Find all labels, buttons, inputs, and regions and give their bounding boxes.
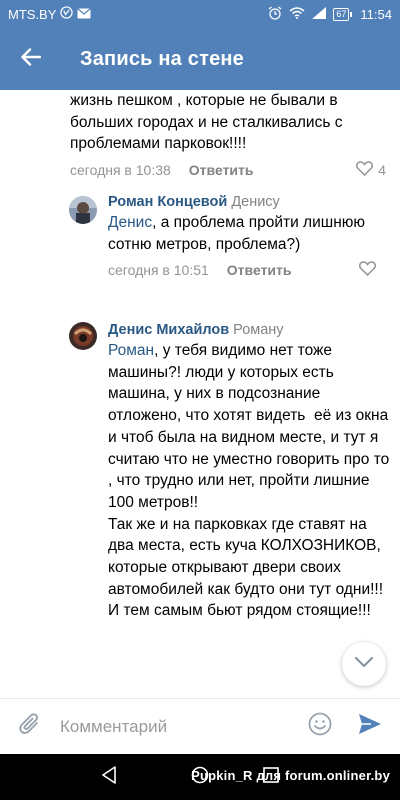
comment-time: сегодня в 10:51 <box>108 262 209 279</box>
mention-link[interactable]: Денис <box>108 214 152 231</box>
like-button[interactable]: 4 <box>356 161 386 179</box>
avatar[interactable] <box>69 322 97 350</box>
wifi-icon <box>289 6 305 22</box>
app-bar: Запись на стене <box>0 28 400 90</box>
heart-icon <box>359 261 376 279</box>
comment-body: Роман Концевой Денису Денис, а проблема п… <box>108 192 390 280</box>
comment-text: Денис, а проблема пройти лишнюю сотню ме… <box>108 212 390 255</box>
send-icon <box>358 713 382 740</box>
paperclip-icon <box>19 712 41 741</box>
comment-body: Денис Михайлов Роману Роман, у тебя видим… <box>108 320 390 622</box>
attach-button[interactable] <box>0 699 60 755</box>
like-count: 4 <box>378 162 386 179</box>
avatar[interactable] <box>69 196 97 224</box>
carrier-label: MTS.BY <box>8 6 57 22</box>
back-button[interactable] <box>0 28 62 90</box>
watermark-text: Pupkin_R для forum.onliner.by <box>191 768 390 783</box>
reply-button[interactable]: Ответить <box>227 262 292 278</box>
comment-body: жизнь пешком , которые не бывали в больш… <box>70 90 390 180</box>
comment-item: жизнь пешком , которые не бывали в больш… <box>70 90 390 180</box>
comment-header: Денис Михайлов Роману <box>108 320 390 340</box>
like-button[interactable] <box>359 261 376 279</box>
nav-back-button[interactable] <box>96 764 122 790</box>
mail-icon <box>77 7 92 22</box>
comment-item: Денис Михайлов Роману Роман, у тебя видим… <box>69 320 390 622</box>
status-bar: MTS.BY 67 11:54 <box>0 0 400 28</box>
send-button[interactable] <box>348 699 392 755</box>
back-arrow-icon <box>21 47 42 71</box>
comment-meta: сегодня в 10:38 Ответить 4 <box>70 160 390 180</box>
comment-composer <box>0 698 400 754</box>
wifi-calling-icon <box>60 6 74 22</box>
reply-to-label: Денису <box>231 194 280 210</box>
comment-item: Роман Концевой Денису Денис, а проблема п… <box>69 192 390 280</box>
comment-time: сегодня в 10:38 <box>70 162 171 179</box>
comment-input[interactable] <box>60 706 300 747</box>
system-nav-bar: Pupkin_R для forum.onliner.by <box>0 754 400 800</box>
comments-feed[interactable]: жизнь пешком , которые не бывали в больш… <box>0 90 400 698</box>
mention-link[interactable]: Роман <box>108 342 154 359</box>
comment-text: жизнь пешком , которые не бывали в больш… <box>70 92 347 153</box>
nav-back-icon <box>101 765 117 789</box>
alarm-icon <box>268 5 282 23</box>
author-name[interactable]: Денис Михайлов <box>108 322 229 338</box>
status-right: 67 11:54 <box>268 5 392 23</box>
comment-meta: сегодня в 10:51 Ответить <box>108 260 390 280</box>
author-name[interactable]: Роман Концевой <box>108 194 227 210</box>
reply-button[interactable]: Ответить <box>189 162 254 178</box>
page-title: Запись на стене <box>80 47 245 70</box>
heart-icon <box>356 161 374 179</box>
status-left: MTS.BY <box>8 6 92 22</box>
smiley-icon <box>308 712 332 741</box>
chevron-down-icon <box>354 655 374 673</box>
battery-indicator: 67 <box>333 7 353 21</box>
reply-to-label: Роману <box>233 322 284 338</box>
clock: 11:54 <box>360 6 392 22</box>
emoji-button[interactable] <box>300 699 340 755</box>
signal-icon <box>312 6 327 22</box>
comment-header: Роман Концевой Денису <box>108 192 390 212</box>
comment-text: Роман, у тебя видимо нет тоже машины?! л… <box>108 340 390 622</box>
scroll-down-button[interactable] <box>342 642 386 686</box>
comment-text-body: , у тебя видимо нет тоже машины?! люди у… <box>108 342 390 620</box>
